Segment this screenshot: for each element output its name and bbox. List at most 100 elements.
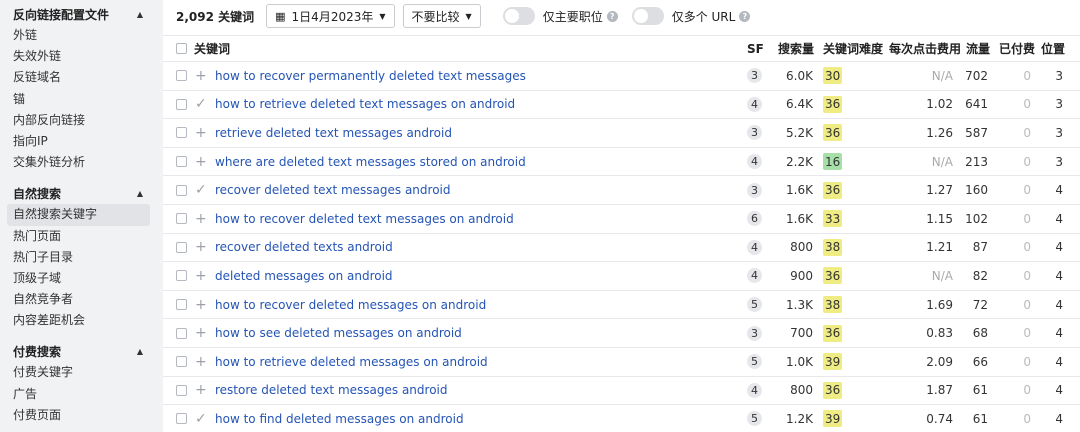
row-checkbox[interactable] [176,319,187,347]
serp-features-badge[interactable]: 3 [747,68,762,84]
add-icon[interactable]: + [195,119,207,147]
add-icon[interactable]: + [195,234,207,262]
row-checkbox[interactable] [176,176,187,204]
table-row[interactable]: ✓ how to find deleted messages on android… [163,405,1080,432]
table-row[interactable]: + where are deleted text messages stored … [163,148,1080,177]
serp-features-badge[interactable]: 4 [747,239,762,255]
sidebar-item[interactable]: 自然搜索关键字 [7,204,150,226]
sidebar-item[interactable]: 失效外链 [0,46,163,67]
keyword-link[interactable]: how to retrieve deleted text messages on… [215,91,515,119]
table-row[interactable]: + retrieve deleted text messages android 3… [163,119,1080,148]
col-sf[interactable]: SF [747,36,764,61]
add-icon[interactable]: + [195,291,207,319]
sidebar-item[interactable]: 内容差距机会 [0,310,163,331]
row-checkbox[interactable] [176,119,187,147]
sidebar-section-header[interactable]: 自然搜索 ▲ [0,183,163,204]
sidebar-item[interactable]: 顶级子域 [0,268,163,289]
row-checkbox[interactable] [176,348,187,376]
table-row[interactable]: + deleted messages on android 4 900 36 N/A 82 0… [163,262,1080,291]
sidebar-section-header[interactable]: 反向链接配置文件 ▲ [0,4,163,25]
help-icon[interactable]: ? [606,10,618,22]
table-row[interactable]: + how to see deleted messages on android 3… [163,319,1080,348]
table-row[interactable]: ✓ how to retrieve deleted text messages o… [163,91,1080,120]
table-row[interactable]: ✓ recover deleted text messages android 3 1… [163,176,1080,205]
date-picker[interactable]: ▦ 1日4月2023年 ▼ [266,4,395,28]
keyword-link[interactable]: retrieve deleted text messages android [215,119,452,147]
check-icon[interactable]: ✓ [195,405,207,432]
table-row[interactable]: + restore deleted text messages android 4 8… [163,377,1080,406]
table-row[interactable]: + how to recover deleted messages on andr… [163,291,1080,320]
sidebar-item[interactable]: 广告 [0,384,163,405]
serp-features-badge[interactable]: 3 [747,325,762,341]
table-row[interactable]: + how to recover permanently deleted text… [163,62,1080,91]
serp-features-badge[interactable]: 4 [747,96,762,112]
chevron-up-icon[interactable]: ▲ [137,189,143,198]
col-paid[interactable]: 已付费 [999,36,1035,61]
keyword-link[interactable]: how to recover permanently deleted text … [215,62,526,90]
serp-features-badge[interactable]: 5 [747,354,762,370]
add-icon[interactable]: + [195,262,207,290]
chevron-up-icon[interactable]: ▲ [137,10,143,19]
keyword-link[interactable]: restore deleted text messages android [215,377,448,405]
add-icon[interactable]: + [195,377,207,405]
add-icon[interactable]: + [195,319,207,347]
add-icon[interactable]: + [195,62,207,90]
chevron-up-icon[interactable]: ▲ [137,347,143,356]
select-all-checkbox[interactable] [176,36,187,61]
compare-dropdown[interactable]: 不要比较 ▼ [402,4,481,28]
keyword-link[interactable]: how to see deleted messages on android [215,319,462,347]
table-row[interactable]: + how to retrieve deleted messages on and… [163,348,1080,377]
keyword-link[interactable]: recover deleted text messages android [215,176,451,204]
add-icon[interactable]: + [195,148,207,176]
keyword-link[interactable]: where are deleted text messages stored o… [215,148,526,176]
col-position[interactable]: 位置 [1041,36,1065,61]
help-icon[interactable]: ? [739,10,751,22]
serp-features-badge[interactable]: 4 [747,154,762,170]
serp-features-badge[interactable]: 5 [747,297,762,313]
col-volume[interactable]: 搜索量 [778,36,814,61]
sidebar-item[interactable]: 锚 [0,89,163,110]
col-traffic[interactable]: 流量 [966,36,990,61]
serp-features-badge[interactable]: 6 [747,211,762,227]
add-icon[interactable]: + [195,205,207,233]
sidebar-item[interactable]: 热门页面 [0,226,163,247]
row-checkbox[interactable] [176,205,187,233]
sidebar-item[interactable]: 反链域名 [0,67,163,88]
sidebar-item[interactable]: 付费页面 [0,405,163,426]
sidebar-item[interactable]: 内部反向链接 [0,110,163,131]
row-checkbox[interactable] [176,291,187,319]
sidebar-item[interactable]: 付费关键字 [0,362,163,383]
main-position-toggle[interactable] [502,7,535,25]
sidebar-item[interactable]: 自然竞争者 [0,289,163,310]
keyword-link[interactable]: how to recover deleted messages on andro… [215,291,486,319]
serp-features-badge[interactable]: 3 [747,125,762,141]
keyword-link[interactable]: recover deleted texts android [215,234,393,262]
col-kd[interactable]: 关键词难度 [823,36,883,61]
row-checkbox[interactable] [176,377,187,405]
serp-features-badge[interactable]: 5 [747,411,762,427]
keyword-link[interactable]: deleted messages on android [215,262,393,290]
col-cpc[interactable]: 每次点击费用 [889,36,961,61]
serp-features-badge[interactable]: 4 [747,382,762,398]
sidebar-item[interactable]: 交集外链分析 [0,152,163,173]
row-checkbox[interactable] [176,234,187,262]
serp-features-badge[interactable]: 3 [747,182,762,198]
table-row[interactable]: + how to recover deleted text messages on… [163,205,1080,234]
multiple-url-toggle[interactable] [631,7,664,25]
row-checkbox[interactable] [176,148,187,176]
col-keyword[interactable]: 关键词 [194,36,230,61]
keyword-link[interactable]: how to retrieve deleted messages on andr… [215,348,488,376]
sidebar-section-header[interactable]: 付费搜索 ▲ [0,341,163,362]
table-row[interactable]: + recover deleted texts android 4 800 38 1.21… [163,234,1080,263]
check-icon[interactable]: ✓ [195,91,207,119]
serp-features-badge[interactable]: 4 [747,268,762,284]
row-checkbox[interactable] [176,62,187,90]
sidebar-item[interactable]: 指向IP [0,131,163,152]
row-checkbox[interactable] [176,262,187,290]
keyword-link[interactable]: how to recover deleted text messages on … [215,205,514,233]
row-checkbox[interactable] [176,405,187,432]
row-checkbox[interactable] [176,91,187,119]
sidebar-item[interactable]: 热门子目录 [0,247,163,268]
keyword-link[interactable]: how to find deleted messages on android [215,405,464,432]
check-icon[interactable]: ✓ [195,176,207,204]
